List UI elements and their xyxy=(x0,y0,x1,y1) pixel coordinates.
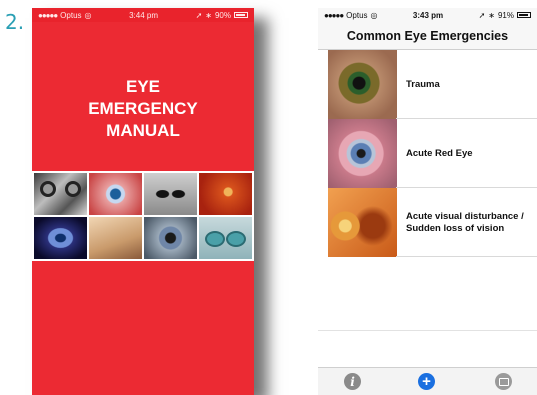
battery-percent: 91% xyxy=(497,10,514,20)
list-item-label: Acute visual disturbance / Sudden loss o… xyxy=(406,210,524,234)
trauma-thumbnail xyxy=(328,50,397,119)
list-item-visual-disturbance[interactable]: Acute visual disturbance / Sudden loss o… xyxy=(318,188,537,257)
wifi-icon: ◎ xyxy=(370,10,378,20)
title-line: EYE xyxy=(125,77,161,96)
wifi-icon: ◎ xyxy=(84,10,92,20)
plus-circle-icon[interactable]: + xyxy=(418,373,435,390)
mail-icon[interactable] xyxy=(495,373,512,390)
info-icon[interactable]: i xyxy=(344,373,361,390)
status-time: 3:44 pm xyxy=(129,10,158,20)
red-eye-image xyxy=(89,173,142,215)
title-line: EMERGENCY xyxy=(88,99,198,118)
carrier-name: Optus xyxy=(60,10,82,20)
status-bar: ●●●●● Optus ◎ 3:43 pm ➚ ∗ 91% xyxy=(318,8,537,22)
list-item-label: Trauma xyxy=(406,78,440,90)
list-item-label: Acute Red Eye xyxy=(406,147,473,159)
signal-dots-icon: ●●●●● xyxy=(324,10,344,20)
figure-label: 2. xyxy=(5,10,25,34)
battery-percent: 90% xyxy=(214,10,231,20)
battery-icon xyxy=(233,12,248,18)
tab-bar: i + xyxy=(318,367,537,395)
cornea-image xyxy=(144,217,197,259)
hands-image xyxy=(89,217,142,259)
ct-scan-image xyxy=(144,173,197,215)
red-eye-thumbnail xyxy=(328,119,397,188)
bluetooth-icon: ∗ xyxy=(205,10,212,20)
nav-bar: Common Eye Emergencies xyxy=(318,22,537,50)
fundus-image xyxy=(199,173,252,215)
row-divider xyxy=(318,330,537,331)
slit-lamp-image xyxy=(34,173,87,215)
cover-screen: ●●●●● Optus ◎ 3:44 pm ➚ ∗ 90% EYE EMERGE… xyxy=(32,8,254,395)
carrier-name: Optus xyxy=(346,10,368,20)
goggles-image xyxy=(199,217,252,259)
status-time: 3:43 pm xyxy=(412,10,444,20)
list-item-trauma[interactable]: Trauma xyxy=(318,50,537,119)
image-mosaic xyxy=(32,171,254,261)
app-title: EYE EMERGENCY MANUAL xyxy=(32,76,254,142)
row-divider xyxy=(396,256,537,257)
title-line: MANUAL xyxy=(106,121,180,140)
battery-icon xyxy=(517,12,531,18)
page-title: Common Eye Emergencies xyxy=(346,28,509,43)
emergencies-screen: ●●●●● Optus ◎ 3:43 pm ➚ ∗ 91% Common Eye… xyxy=(318,8,537,395)
emergency-list: Trauma Acute Red Eye Acute visual distur… xyxy=(318,50,537,257)
eye-image xyxy=(34,217,87,259)
location-icon: ➚ xyxy=(478,10,486,20)
retina-thumbnail xyxy=(328,188,397,257)
signal-dots-icon: ●●●●● xyxy=(38,10,58,20)
location-icon: ➚ xyxy=(195,10,203,20)
bluetooth-icon: ∗ xyxy=(488,10,495,20)
list-item-acute-red-eye[interactable]: Acute Red Eye xyxy=(318,119,537,188)
status-bar: ●●●●● Optus ◎ 3:44 pm ➚ ∗ 90% xyxy=(32,8,254,22)
